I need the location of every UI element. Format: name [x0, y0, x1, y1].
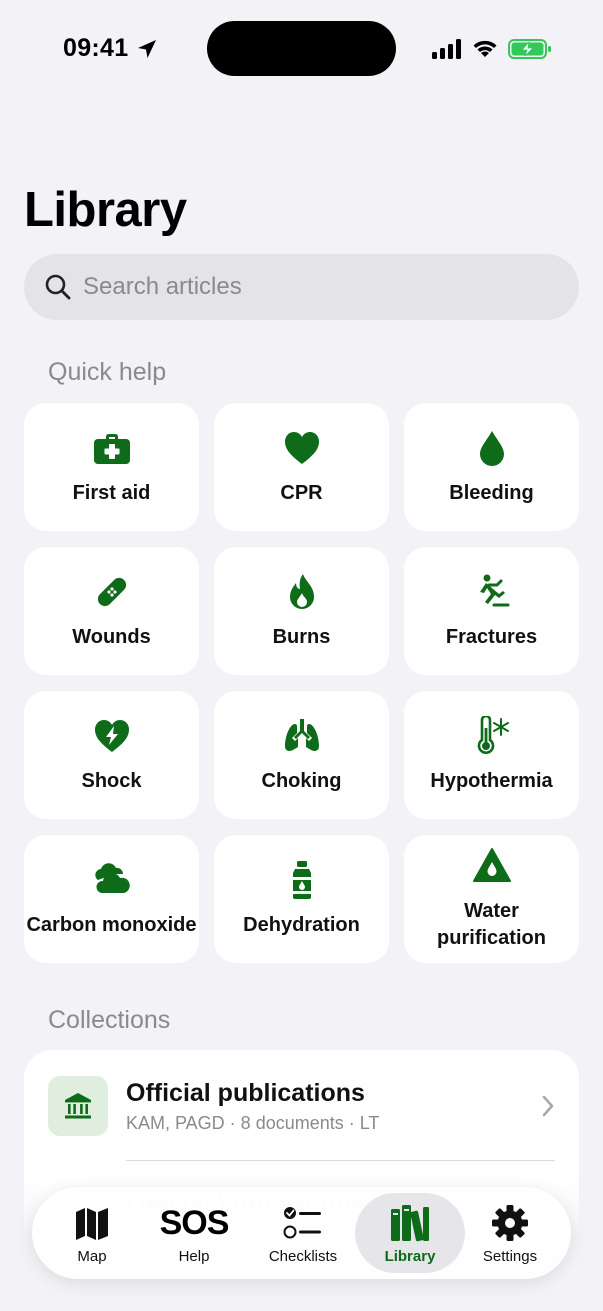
tile-label: Choking — [261, 769, 342, 792]
drop-icon — [479, 430, 504, 466]
quick-help-carbon-monoxide[interactable]: Carbon monoxide — [24, 835, 199, 963]
quick-help-first-aid[interactable]: First aid — [24, 403, 199, 531]
tile-label: First aid — [72, 481, 151, 504]
wifi-icon — [473, 40, 497, 57]
status-time: 09:41 — [63, 34, 129, 62]
tile-label: Carbon monoxide — [26, 913, 197, 936]
building-columns-icon — [48, 1076, 108, 1136]
quick-help-burns[interactable]: Burns — [214, 547, 389, 675]
tab-label: Library — [384, 1248, 436, 1265]
quick-help-wounds[interactable]: Wounds — [24, 547, 199, 675]
tab-label: Map — [77, 1248, 107, 1265]
cellular-signal-icon — [432, 39, 461, 59]
tab-settings[interactable]: Settings — [460, 1193, 560, 1273]
divider — [126, 1160, 555, 1161]
tile-label: Fractures — [445, 625, 538, 648]
tile-label: Wounds — [72, 625, 151, 648]
checklist-icon — [283, 1207, 321, 1239]
tile-label: Dehydration — [243, 913, 360, 936]
quick-help-dehydration[interactable]: Dehydration — [214, 835, 389, 963]
tile-label: Hypothermia — [430, 769, 553, 792]
quick-help-bleeding[interactable]: Bleeding — [404, 403, 579, 531]
first-aid-kit-icon — [93, 433, 130, 464]
heart-bolt-icon — [94, 719, 129, 752]
search-input[interactable] — [83, 273, 563, 301]
lungs-icon — [284, 718, 319, 751]
status-bar: 09:41 — [0, 0, 603, 100]
collection-row-official-publications[interactable]: Official publications KAM, PAGD · 8 docu… — [24, 1050, 579, 1160]
quick-help-water-purification[interactable]: Water purification — [404, 835, 579, 963]
tab-library[interactable]: Library — [355, 1193, 465, 1273]
location-arrow-icon — [138, 40, 156, 58]
quick-help-shock[interactable]: Shock — [24, 691, 199, 819]
search-icon — [45, 274, 71, 300]
tile-label: CPR — [280, 481, 323, 504]
heart-icon — [284, 431, 319, 464]
sos-icon: SOS — [159, 1204, 230, 1242]
collection-subtitle: KAM, PAGD · 8 documents · LT — [126, 1113, 380, 1133]
quick-help-fractures[interactable]: Fractures — [404, 547, 579, 675]
tab-help[interactable]: SOS Help — [144, 1193, 244, 1273]
collections-heading: Collections — [48, 1006, 171, 1034]
thermometer-snowflake-icon — [477, 715, 509, 754]
quick-help-choking[interactable]: Choking — [214, 691, 389, 819]
battery-charging-icon — [508, 39, 551, 59]
tab-label: Help — [178, 1248, 210, 1265]
tile-label: Burns — [272, 625, 331, 648]
tab-checklists[interactable]: Checklists — [248, 1193, 358, 1273]
gear-icon — [492, 1205, 528, 1241]
quick-help-heading: Quick help — [48, 358, 167, 386]
tile-label: Water purification — [437, 900, 546, 949]
quick-help-cpr[interactable]: CPR — [214, 403, 389, 531]
tab-bar: Map SOS Help Checklists Library Settings — [32, 1187, 571, 1279]
page-title: Library — [24, 183, 187, 237]
quick-help-hypothermia[interactable]: Hypothermia — [404, 691, 579, 819]
quick-help-grid: First aid CPR Bleeding Wounds Burns Frac… — [24, 403, 579, 963]
collection-title: Official publications — [126, 1079, 365, 1107]
tile-label: Shock — [81, 769, 142, 792]
bandage-icon — [97, 577, 126, 606]
tab-label: Checklists — [268, 1248, 338, 1265]
smoke-cloud-icon — [94, 862, 130, 893]
map-icon — [76, 1208, 108, 1240]
flame-icon — [289, 573, 314, 609]
falling-person-icon — [479, 574, 509, 606]
chevron-right-icon — [542, 1095, 554, 1117]
books-icon — [391, 1205, 429, 1242]
water-bottle-icon — [292, 860, 311, 899]
triangle-drop-icon — [472, 848, 511, 882]
tab-label: Settings — [482, 1248, 538, 1265]
search-bar[interactable] — [24, 254, 579, 320]
tile-label: Bleeding — [449, 481, 534, 504]
dynamic-island — [207, 21, 396, 76]
tab-map[interactable]: Map — [42, 1193, 142, 1273]
